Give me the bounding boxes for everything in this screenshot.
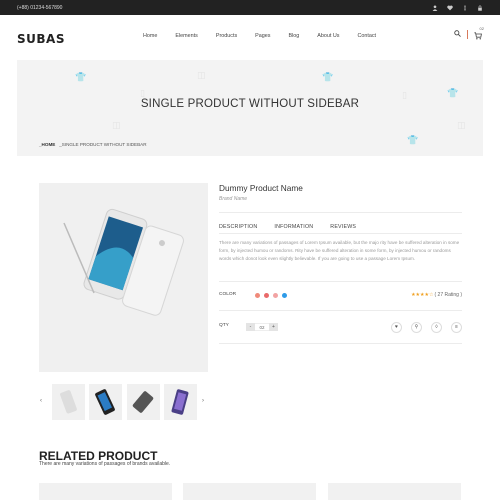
divider xyxy=(219,212,462,213)
nav-blog[interactable]: Blog xyxy=(288,33,299,39)
thumbnail-3[interactable] xyxy=(127,384,160,420)
color-swatch-2[interactable] xyxy=(264,293,269,298)
color-swatch-4[interactable] xyxy=(282,293,287,298)
divider xyxy=(219,281,462,282)
quantity-stepper: - 02 + xyxy=(246,323,278,331)
page-title: SINGLE PRODUCT WITHOUT SIDEBAR xyxy=(140,98,360,110)
breadcrumb: _HOME _SINGLE PRODUCT WITHOUT SIDEBAR xyxy=(39,142,147,147)
nav-about-us[interactable]: About Us xyxy=(317,33,339,39)
thumbnail-carousel: ‹ › xyxy=(39,384,211,422)
related-product-card[interactable] xyxy=(328,483,461,500)
nav-pages[interactable]: Pages xyxy=(255,33,270,39)
chevron-right-icon[interactable]: › xyxy=(202,398,204,404)
nav-products[interactable]: Products xyxy=(216,33,237,39)
color-swatch-3[interactable] xyxy=(273,293,278,298)
cart-count: 02 xyxy=(479,26,484,31)
product-main-image xyxy=(39,183,208,372)
shirt-pattern-icon: 👕 xyxy=(322,72,334,82)
header-icons: 02 xyxy=(454,26,484,42)
thumbnail-4[interactable] xyxy=(164,384,197,420)
related-product-card[interactable] xyxy=(39,483,172,500)
thumbnail-2[interactable] xyxy=(89,384,122,420)
nav-contact[interactable]: Contact xyxy=(357,33,376,39)
compare-icon[interactable]: ◊ xyxy=(431,322,442,333)
bag-pattern-icon: ◫ xyxy=(197,70,206,80)
cart-icon xyxy=(474,32,482,42)
color-swatch-1[interactable] xyxy=(255,293,260,298)
thumbnail-1[interactable] xyxy=(52,384,85,420)
nav-home[interactable]: Home xyxy=(143,33,157,39)
main-nav: Home Elements Products Pages Blog About … xyxy=(143,33,394,39)
bag-pattern-icon: ◫ xyxy=(112,120,121,130)
cart-button[interactable]: 02 xyxy=(474,26,484,42)
product-description: There are many variations of passages of… xyxy=(219,240,460,261)
color-label: COLOR xyxy=(219,292,237,297)
search-icon[interactable] xyxy=(454,29,461,39)
user-icon[interactable] xyxy=(432,4,438,11)
top-bar-icons xyxy=(432,4,483,11)
menu-icon[interactable] xyxy=(462,5,468,11)
add-to-cart-icon[interactable]: ≡ xyxy=(451,322,462,333)
brand-name[interactable]: Brand Name xyxy=(219,196,462,202)
wishlist-icon[interactable]: ♥ xyxy=(391,322,402,333)
rating-stars: ★★★★☆ xyxy=(411,292,434,298)
heart-icon[interactable] xyxy=(447,5,453,11)
breadcrumb-current: _SINGLE PRODUCT WITHOUT SIDEBAR xyxy=(59,142,147,147)
tabs-divider xyxy=(219,233,462,234)
chevron-left-icon[interactable]: ‹ xyxy=(40,398,42,404)
rating-count[interactable]: ( 27 Rating ) xyxy=(434,292,462,298)
zoom-icon[interactable]: ⚲ xyxy=(411,322,422,333)
nav-elements[interactable]: Elements xyxy=(175,33,197,39)
logo[interactable]: SUBAS xyxy=(17,32,65,46)
quantity-input[interactable]: 02 xyxy=(255,323,269,331)
lock-icon[interactable] xyxy=(477,4,483,11)
product-info: Dummy Product Name Brand Name xyxy=(219,183,462,202)
shirt-pattern-icon: 👕 xyxy=(407,135,419,145)
rating: ★★★★☆( 27 Rating ) xyxy=(411,292,462,298)
bag-pattern-icon: ◫ xyxy=(457,120,466,130)
color-selector: COLOR ★★★★☆( 27 Rating ) xyxy=(219,292,462,300)
top-bar: (+88) 01234-567890 xyxy=(0,0,500,15)
product-name: Dummy Product Name xyxy=(219,183,303,193)
quantity-label: QTY xyxy=(219,323,229,328)
quantity-row: QTY - 02 + ♥ ⚲ ◊ ≡ xyxy=(219,322,462,333)
quantity-decrease-button[interactable]: - xyxy=(246,323,255,331)
divider xyxy=(219,343,462,344)
shirt-pattern-icon: 👕 xyxy=(75,72,87,82)
quantity-increase-button[interactable]: + xyxy=(269,323,278,331)
breadcrumb-home[interactable]: _HOME xyxy=(39,142,55,147)
related-product-card[interactable] xyxy=(183,483,316,500)
header: SUBAS Home Elements Products Pages Blog … xyxy=(0,15,500,60)
related-products-subtitle: There are many variations of passages of… xyxy=(39,461,171,467)
product-actions: ♥ ⚲ ◊ ≡ xyxy=(391,322,462,333)
header-divider xyxy=(467,29,468,39)
page-banner: 👕 ▯ ◫ 👕 ▯ 👕 ◫ 👕 ◫ SINGLE PRODUCT WITHOUT… xyxy=(17,60,483,156)
phone-number: (+88) 01234-567890 xyxy=(17,4,63,11)
divider xyxy=(219,310,462,311)
